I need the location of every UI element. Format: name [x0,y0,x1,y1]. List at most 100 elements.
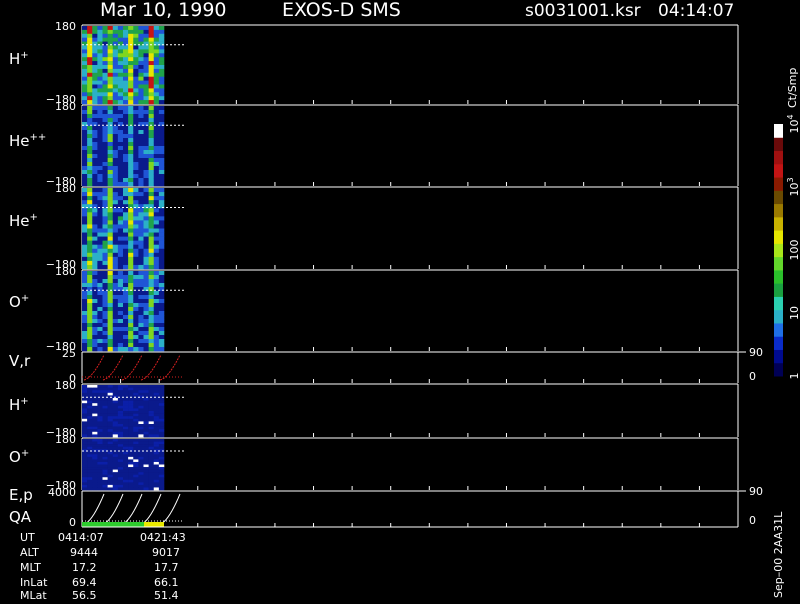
heatmap-cell [158,343,165,348]
heatmap-cell [102,84,108,89]
heatmap-cell [102,421,108,425]
heatmap-cell [87,26,93,31]
heatmap-cell [148,212,155,217]
data-curve [102,354,124,381]
heatmap-cell [117,178,124,183]
heatmap-cell [92,319,98,324]
heatmap-cell [143,307,149,312]
heatmap-cell [82,146,88,151]
heatmap-cell [133,426,139,430]
heatmap-cell [158,335,165,340]
heatmap-cell [112,142,119,147]
heatmap-cell [138,178,144,183]
heatmap-cell [148,454,155,458]
heatmap-cell [92,482,98,486]
heatmap-cell [82,343,88,348]
heatmap-cell [102,343,108,348]
heatmap-cell [143,126,149,131]
heatmap-cell [97,57,103,62]
heatmap-cell [148,279,155,284]
heatmap-cell [97,429,103,433]
heatmap-cell [153,170,160,175]
heatmap-cell [158,118,165,123]
heatmap-cell [107,299,114,304]
heatmap-cell [148,174,155,179]
heatmap-cell [117,418,124,422]
heatmap-cell [82,385,88,388]
heatmap-cell [143,96,149,101]
heatmap-cell [123,196,129,201]
heatmap-cell [92,434,98,438]
heatmap-cell [138,307,144,312]
heatmap-cell [123,429,129,433]
heatmap-cell [128,472,134,475]
heatmap-cell [112,398,119,401]
heatmap-cell [82,224,88,229]
heatmap-cell [153,347,160,352]
heatmap-cell [133,319,139,324]
ephemeris-value: 56.5 [72,589,97,600]
heatmap-cell [117,208,124,213]
heatmap-cell [97,271,103,276]
heatmap-cell [92,454,98,458]
heatmap-cell [128,279,134,284]
heatmap-cell [133,487,139,491]
heatmap-cell [97,80,103,85]
heatmap-cell [97,431,103,435]
heatmap-cell [138,80,144,85]
heatmap-cell [107,174,114,179]
heatmap-cell [97,248,103,254]
heatmap-cell [138,166,144,171]
heatmap-cell [128,256,134,262]
ephemeris-value: 66.1 [154,576,179,589]
heatmap-cell [143,434,149,438]
heatmap-cell [133,461,139,465]
heatmap-cell [153,264,160,270]
heatmap-cell [82,65,88,70]
heatmap-cell [107,228,114,233]
heatmap-cell [92,451,98,455]
heatmap-cell [117,474,124,478]
heatmap-cell [158,76,165,81]
heatmap-cell [148,482,155,486]
heatmap-cell [138,403,144,407]
heatmap-cell [123,216,129,221]
heatmap-cell [153,252,160,258]
heatmap-cell [112,283,119,288]
heatmap-cell [107,385,114,388]
heatmap-cell [148,92,155,97]
heatmap-cell [133,484,139,488]
heatmap-cell [158,477,165,481]
heatmap-cell [107,182,114,187]
heatmap-cell [112,182,119,187]
heatmap-cell [97,68,103,74]
colorbar-segment [774,283,783,297]
heatmap-cell [123,240,129,245]
heatmap-cell [112,80,119,85]
heatmap-cell [92,431,98,435]
right-tick-label: 90 [749,485,763,498]
heatmap-cell [158,260,165,266]
heatmap-cell [87,118,93,123]
heatmap-cell [87,421,93,425]
heatmap-cell [123,248,129,254]
heatmap-cell [112,467,119,470]
heatmap-cell [117,347,124,352]
heatmap-cell [92,130,98,135]
heatmap-cell [82,472,88,475]
heatmap-cell [148,166,155,171]
heatmap-cell [138,429,144,433]
heatmap-cell [87,291,93,296]
heatmap-cell [138,53,144,58]
heatmap-cell [148,196,155,201]
heatmap-cell [153,240,160,245]
heatmap-cell [117,118,124,123]
heatmap-cell [87,170,93,175]
heatmap-cell [107,461,114,465]
heatmap-cell [87,240,93,245]
heatmap-cell [87,400,93,404]
right-tick-label: 0 [749,514,756,527]
heatmap-cell [138,49,144,54]
heatmap-cell [92,208,98,213]
heatmap-cell [102,327,108,332]
